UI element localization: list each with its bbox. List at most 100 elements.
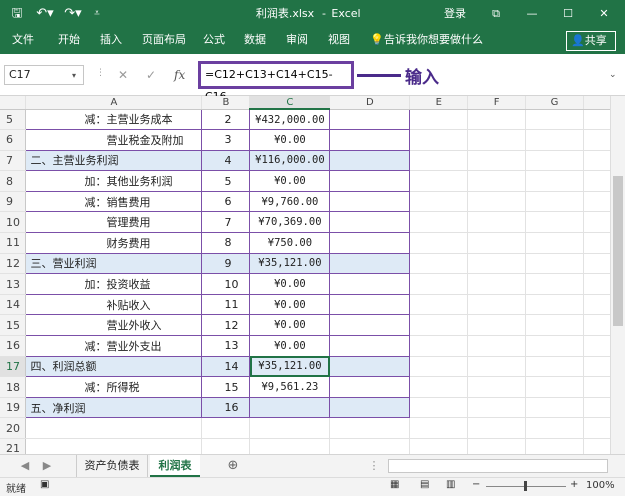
- cell-item-name[interactable]: 五、净利润: [25, 397, 203, 419]
- tab-insert[interactable]: 插入: [100, 28, 122, 54]
- cell-item-name[interactable]: [25, 438, 203, 454]
- undo-icon[interactable]: ↶▾: [34, 0, 56, 28]
- cell-line-number[interactable]: 6: [201, 191, 251, 213]
- tab-file[interactable]: 文件: [12, 28, 34, 54]
- row-header[interactable]: 18: [0, 376, 27, 398]
- save-icon[interactable]: 🖫: [8, 0, 26, 28]
- cell-amount[interactable]: ¥432,000.00: [249, 109, 331, 131]
- cell-empty[interactable]: [329, 129, 411, 151]
- cell-empty[interactable]: [525, 438, 584, 454]
- cell-empty[interactable]: [329, 356, 411, 378]
- cell-empty[interactable]: [409, 376, 469, 398]
- tab-view[interactable]: 视图: [328, 28, 350, 54]
- cell-amount[interactable]: [249, 438, 331, 454]
- cell-empty[interactable]: [409, 109, 469, 131]
- column-header[interactable]: F: [467, 96, 527, 110]
- cell-empty[interactable]: [467, 438, 527, 454]
- cell-empty[interactable]: [525, 232, 584, 254]
- row-header[interactable]: 15: [0, 314, 27, 337]
- cell-empty[interactable]: [467, 376, 527, 398]
- row-header[interactable]: 19: [0, 397, 27, 419]
- zoom-in-icon[interactable]: +: [570, 479, 578, 490]
- cell-item-name[interactable]: 减：所得税: [25, 376, 203, 398]
- cell-line-number[interactable]: 11: [201, 294, 251, 316]
- cell-amount[interactable]: ¥116,000.00: [249, 150, 331, 172]
- cell-empty[interactable]: [525, 170, 584, 192]
- cell-amount[interactable]: ¥0.00: [249, 129, 331, 151]
- cell-line-number[interactable]: 13: [201, 335, 251, 357]
- cancel-icon[interactable]: ✕: [118, 68, 128, 82]
- cell-empty[interactable]: [467, 232, 527, 254]
- cell-amount[interactable]: [249, 397, 331, 419]
- row-header[interactable]: 8: [0, 170, 27, 192]
- cell-empty[interactable]: [329, 232, 411, 254]
- cell-empty[interactable]: [467, 109, 527, 131]
- cell-line-number[interactable]: 8: [201, 232, 251, 254]
- cell-empty[interactable]: [525, 417, 584, 439]
- cell-empty[interactable]: [467, 397, 527, 419]
- column-header[interactable]: C: [249, 96, 331, 110]
- vertical-scrollbar[interactable]: [610, 96, 625, 454]
- cell-item-name[interactable]: 四、利润总额: [25, 356, 203, 378]
- redo-icon[interactable]: ↷▾: [62, 0, 84, 28]
- cell-empty[interactable]: [409, 397, 469, 419]
- expand-formula-bar-icon[interactable]: ⌄: [609, 70, 617, 80]
- cell-empty[interactable]: [409, 314, 469, 337]
- worksheet-grid[interactable]: A B C D E F G 5 减：主营业务成本 2 ¥432,000.00 6 营业税金…: [0, 96, 625, 454]
- formula-input[interactable]: =C12+C13+C14+C15-C16: [198, 61, 354, 103]
- cell-empty[interactable]: [329, 314, 411, 337]
- cell-empty[interactable]: [329, 438, 411, 454]
- tab-home[interactable]: 开始: [58, 28, 80, 54]
- cell-line-number[interactable]: 12: [201, 314, 251, 337]
- ribbon-display-icon[interactable]: ⧉: [486, 0, 506, 28]
- cell-empty[interactable]: [467, 356, 527, 378]
- cell-amount[interactable]: ¥35,121.00: [249, 253, 331, 275]
- column-header[interactable]: D: [329, 96, 411, 110]
- cell-empty[interactable]: [525, 356, 584, 378]
- cell-empty[interactable]: [467, 129, 527, 151]
- row-header[interactable]: 9: [0, 191, 27, 213]
- cell-empty[interactable]: [329, 376, 411, 398]
- tab-formulas[interactable]: 公式: [203, 28, 225, 54]
- cell-empty[interactable]: [467, 211, 527, 234]
- cell-item-name[interactable]: 加：其他业务利润: [25, 170, 203, 192]
- cell-empty[interactable]: [467, 417, 527, 439]
- cell-empty[interactable]: [525, 109, 584, 131]
- cell-empty[interactable]: [329, 211, 411, 234]
- cell-empty[interactable]: [409, 232, 469, 254]
- cell-empty[interactable]: [409, 211, 469, 234]
- row-header[interactable]: 11: [0, 232, 27, 254]
- cell-empty[interactable]: [409, 191, 469, 213]
- cell-empty[interactable]: [467, 273, 527, 295]
- tab-scroll-left-icon[interactable]: ◀: [18, 455, 32, 477]
- column-header[interactable]: G: [525, 96, 584, 110]
- row-header[interactable]: 10: [0, 211, 27, 234]
- cell-empty[interactable]: [525, 253, 584, 275]
- cell-empty[interactable]: [525, 211, 584, 234]
- cell-empty[interactable]: [409, 150, 469, 172]
- sheet-tab[interactable]: 资产负债表: [76, 455, 148, 477]
- cell-empty[interactable]: [525, 335, 584, 357]
- row-header[interactable]: 13: [0, 273, 27, 295]
- cell-empty[interactable]: [467, 335, 527, 357]
- row-header[interactable]: 14: [0, 294, 27, 316]
- cell-empty[interactable]: [525, 294, 584, 316]
- cell-empty[interactable]: [329, 397, 411, 419]
- cell-empty[interactable]: [409, 335, 469, 357]
- cell-item-name[interactable]: 营业税金及附加: [25, 129, 203, 151]
- cell-empty[interactable]: [467, 191, 527, 213]
- add-sheet-icon[interactable]: ⊕: [224, 455, 242, 477]
- normal-view-icon[interactable]: ▦: [390, 479, 399, 490]
- cell-amount[interactable]: ¥0.00: [249, 314, 331, 337]
- cell-empty[interactable]: [329, 253, 411, 275]
- login-link[interactable]: 登录: [440, 0, 470, 28]
- cell-amount[interactable]: ¥0.00: [249, 335, 331, 357]
- cell-empty[interactable]: [525, 150, 584, 172]
- row-header[interactable]: 16: [0, 335, 27, 357]
- tab-data[interactable]: 数据: [244, 28, 266, 54]
- cell-line-number[interactable]: 14: [201, 356, 251, 378]
- maximize-icon[interactable]: ☐: [558, 0, 578, 28]
- sheet-tab-active[interactable]: 利润表: [150, 455, 200, 477]
- row-header[interactable]: 17: [0, 356, 27, 378]
- cell-empty[interactable]: [409, 273, 469, 295]
